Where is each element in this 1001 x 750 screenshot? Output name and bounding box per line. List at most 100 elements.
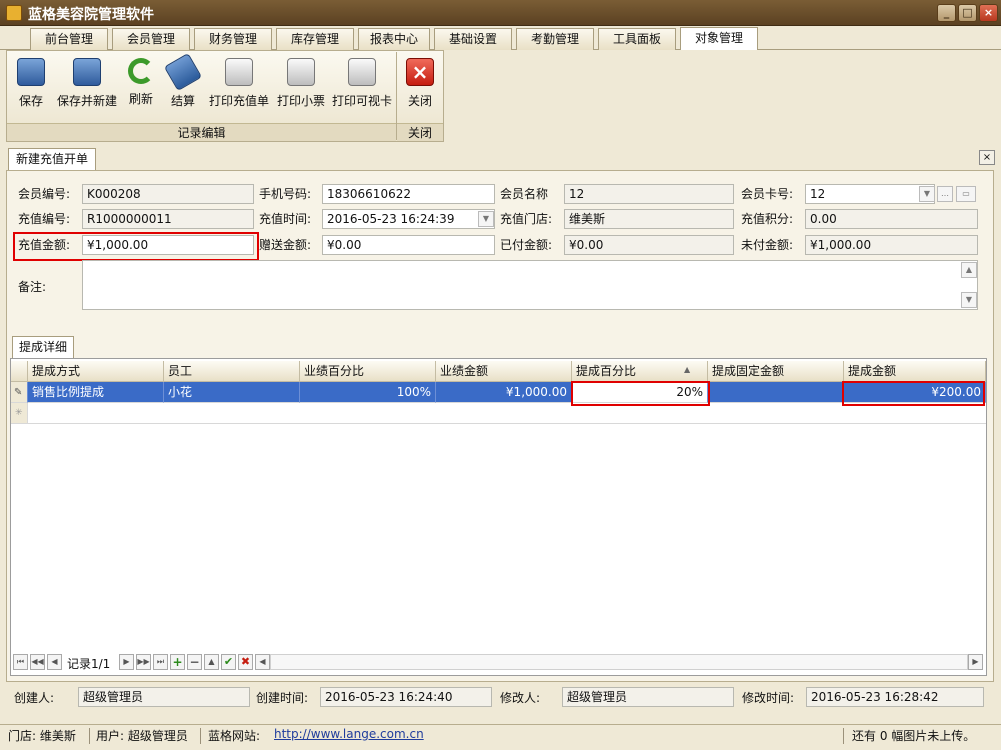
tab-attendance[interactable]: 考勤管理: [516, 28, 594, 50]
cell-performance-pct[interactable]: 100%: [300, 382, 436, 403]
save-and-new-button[interactable]: 保存并新建: [54, 54, 120, 114]
card-no-field[interactable]: 12: [805, 184, 935, 204]
col-fixed-commission[interactable]: 提成固定金额: [708, 361, 844, 382]
remark-textarea[interactable]: [82, 260, 978, 310]
points-label: 充值积分:: [741, 212, 794, 226]
member-no-label: 会员编号:: [18, 187, 71, 201]
tab-basic-settings[interactable]: 基础设置: [434, 28, 512, 50]
chevron-down-icon[interactable]: ▼: [478, 211, 494, 227]
nav-cancel-icon[interactable]: ✖: [238, 654, 253, 670]
settle-label: 结算: [170, 94, 195, 108]
nav-prev-icon[interactable]: ◀: [47, 654, 62, 670]
created-time-field[interactable]: 2016-05-23 16:24:40: [320, 687, 492, 707]
settle-button[interactable]: 结算: [163, 52, 203, 114]
nav-prev-page-icon[interactable]: ◀◀: [30, 654, 45, 670]
horizontal-scrollbar[interactable]: [270, 654, 968, 670]
unpaid-field[interactable]: ¥1,000.00: [805, 235, 978, 255]
website-link[interactable]: http://www.lange.com.cn: [274, 727, 424, 741]
col-performance-pct[interactable]: 业绩百分比: [300, 361, 436, 382]
creator-label: 创建人:: [14, 691, 55, 705]
cell-performance-amount[interactable]: ¥1,000.00: [436, 382, 572, 403]
nav-scroll-left-icon[interactable]: ◀: [255, 654, 270, 670]
app-title: 蓝格美容院管理软件: [28, 7, 154, 23]
print-receipt-button[interactable]: 打印小票: [274, 54, 328, 114]
minimize-button[interactable]: _: [937, 4, 956, 22]
tab-inventory[interactable]: 库存管理: [276, 28, 354, 50]
scroll-up-icon[interactable]: ▲: [961, 262, 977, 278]
nav-add-icon[interactable]: +: [170, 654, 185, 670]
card-icon[interactable]: ▭: [956, 186, 976, 202]
ellipsis-icon[interactable]: …: [937, 186, 953, 202]
modified-time-label: 修改时间:: [742, 691, 795, 705]
recharge-no-field[interactable]: R1000000011: [82, 209, 254, 229]
gift-label: 赠送金额:: [259, 238, 312, 252]
save-button[interactable]: 保存: [12, 54, 50, 114]
points-field[interactable]: 0.00: [805, 209, 978, 229]
member-name-field[interactable]: 12: [564, 184, 734, 204]
nav-remove-icon[interactable]: −: [187, 654, 202, 670]
print-card-button[interactable]: 打印可视卡: [329, 54, 395, 114]
tab-reports[interactable]: 报表中心: [358, 28, 430, 50]
close-label: 关闭: [407, 94, 432, 108]
tab-object-management[interactable]: 对象管理: [680, 27, 758, 50]
col-performance-amount[interactable]: 业绩金额: [436, 361, 572, 382]
sort-asc-icon: ▲: [684, 365, 691, 374]
creator-field[interactable]: 超级管理员: [78, 687, 250, 707]
close-window-button[interactable]: ×: [979, 4, 998, 22]
phone-field[interactable]: 18306610622: [322, 184, 495, 204]
amount-label: 充值金额:: [18, 238, 71, 252]
col-commission-amount[interactable]: 提成金额: [844, 361, 986, 382]
member-no-field[interactable]: K000208: [82, 184, 254, 204]
group-record-edit: 记录编辑: [7, 123, 396, 141]
print-receipt-label: 打印小票: [276, 94, 325, 108]
nav-last-icon[interactable]: ⏭: [153, 654, 168, 670]
scroll-down-icon[interactable]: ▼: [961, 292, 977, 308]
col-commission-type[interactable]: 提成方式: [28, 361, 164, 382]
maximize-button[interactable]: □: [958, 4, 977, 22]
modifier-field[interactable]: 超级管理员: [562, 687, 734, 707]
close-button[interactable]: × 关闭: [400, 54, 440, 114]
nav-next-icon[interactable]: ▶: [119, 654, 134, 670]
doc-close-icon[interactable]: ×: [979, 150, 995, 165]
save-label: 保存: [18, 94, 43, 108]
print-recharge-label: 打印充值单: [208, 94, 269, 108]
tab-tools[interactable]: 工具面板: [598, 28, 676, 50]
recharge-no-label: 充值编号:: [18, 212, 71, 226]
tab-front-desk[interactable]: 前台管理: [30, 28, 108, 50]
status-separator: [843, 728, 844, 744]
new-row-icon: ✳: [11, 403, 28, 424]
paid-field[interactable]: ¥0.00: [564, 235, 734, 255]
cell-fixed-commission[interactable]: [708, 382, 844, 403]
tab-member[interactable]: 会员管理: [112, 28, 190, 50]
nav-scroll-right-icon[interactable]: ▶: [968, 654, 983, 670]
nav-confirm-icon[interactable]: ✔: [221, 654, 236, 670]
tab-commission-detail[interactable]: 提成详细: [12, 336, 74, 358]
printer-icon: [225, 58, 253, 86]
status-upload: 还有 0 幅图片未上传。: [852, 729, 976, 743]
store-field[interactable]: 维美斯: [564, 209, 734, 229]
nav-next-page-icon[interactable]: ▶▶: [136, 654, 151, 670]
cell-commission-type[interactable]: 销售比例提成: [28, 382, 164, 403]
gift-field[interactable]: ¥0.00: [322, 235, 495, 255]
nav-first-icon[interactable]: ⏮: [13, 654, 28, 670]
nav-up-icon[interactable]: ▲: [204, 654, 219, 670]
grid-corner: [11, 361, 28, 382]
remark-label: 备注:: [18, 280, 47, 294]
status-store: 门店: 维美斯: [8, 729, 76, 743]
amount-field[interactable]: ¥1,000.00: [82, 235, 254, 255]
store-label: 充值门店:: [500, 212, 553, 226]
refresh-button[interactable]: 刷新: [122, 54, 160, 114]
new-row[interactable]: [28, 403, 986, 424]
print-recharge-button[interactable]: 打印充值单: [206, 54, 272, 114]
col-employee[interactable]: 员工: [164, 361, 300, 382]
chevron-down-icon[interactable]: ▼: [919, 186, 935, 202]
app-icon: [6, 5, 22, 21]
doc-tab-new-recharge[interactable]: 新建充值开单: [8, 148, 96, 170]
cell-employee[interactable]: 小花: [164, 382, 300, 403]
group-close: 关闭: [397, 123, 443, 141]
table-row[interactable]: ✎ 销售比例提成 小花 100% ¥1,000.00 20% ¥200.00: [11, 382, 986, 403]
modified-time-field[interactable]: 2016-05-23 16:28:42: [806, 687, 984, 707]
status-site-label: 蓝格网站:: [208, 729, 261, 743]
tab-finance[interactable]: 财务管理: [194, 28, 272, 50]
recharge-time-field[interactable]: 2016-05-23 16:24:39: [322, 209, 495, 229]
